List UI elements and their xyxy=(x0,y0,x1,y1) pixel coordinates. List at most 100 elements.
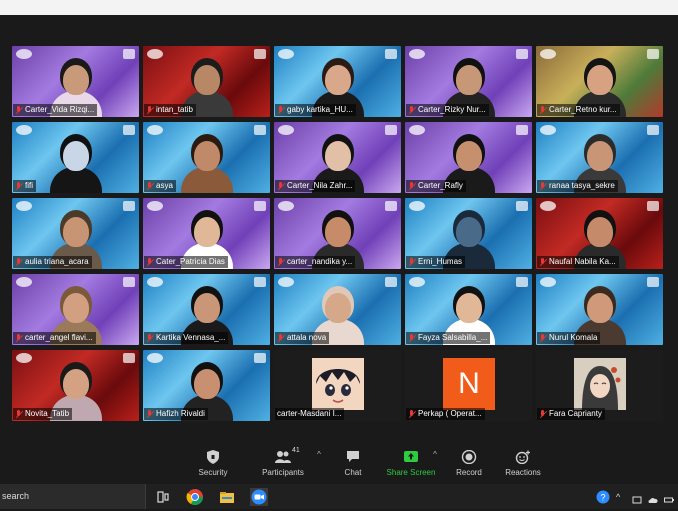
participant-name-tag: attala nova xyxy=(275,332,330,344)
battery-icon[interactable] xyxy=(664,492,674,502)
reactions-button[interactable]: Reactions xyxy=(488,450,558,482)
participant-name-tag: Naufal Nabila Ka... xyxy=(537,256,619,268)
cloud-icon[interactable] xyxy=(648,492,658,503)
channel-logo-icon xyxy=(278,49,294,59)
participant-video-tile[interactable]: asya xyxy=(143,122,270,193)
channel-logo-icon xyxy=(147,277,163,287)
network-icon[interactable] xyxy=(632,492,642,503)
participant-name-tag: Erni_Humas xyxy=(406,256,466,268)
participant-video-tile[interactable]: Carter_Rizky Nur... xyxy=(405,46,532,117)
security-button[interactable]: Security xyxy=(178,450,248,482)
chevron-up-icon[interactable]: ^ xyxy=(616,492,626,502)
security-label: Security xyxy=(198,468,228,477)
participant-video-feed xyxy=(180,137,233,193)
mic-muted-icon xyxy=(408,257,416,267)
smiley-plus-icon xyxy=(515,450,531,465)
participants-button[interactable]: 41 Participants xyxy=(248,447,318,482)
channel-badge-icon xyxy=(123,201,135,211)
channel-badge-icon xyxy=(516,277,528,287)
channel-badge-icon xyxy=(516,201,528,211)
file-explorer-icon[interactable] xyxy=(218,488,236,506)
participant-video-tile[interactable]: attala nova xyxy=(274,274,401,345)
participant-video-tile[interactable]: carter_angel flavi... xyxy=(12,274,139,345)
participant-video-tile[interactable]: gaby kartika_HU... xyxy=(274,46,401,117)
mic-muted-icon xyxy=(539,105,547,115)
participant-video-tile[interactable]: Cater_Patricia Dias xyxy=(143,198,270,269)
chat-label: Chat xyxy=(344,468,362,477)
zoom-app-icon[interactable] xyxy=(250,488,268,506)
participant-name: carter_angel flavi... xyxy=(25,333,93,342)
participant-name: ranaa tasya_sekre xyxy=(549,181,615,190)
participant-name-tag: aulia triana_acara xyxy=(13,256,92,268)
meeting-toolbar: Security 41 Participants ^ Chat Share Sc… xyxy=(0,447,678,484)
channel-logo-icon xyxy=(278,277,294,287)
participant-video-tile[interactable]: carter_nandika y... xyxy=(274,198,401,269)
participant-video-tile[interactable]: Fara Caprianty xyxy=(536,350,663,421)
participant-video-tile[interactable]: Naufal Nabila Ka... xyxy=(536,198,663,269)
mic-muted-icon xyxy=(408,181,416,191)
chrome-icon[interactable] xyxy=(186,488,204,506)
channel-logo-icon xyxy=(409,277,425,287)
channel-logo-icon xyxy=(540,201,556,211)
channel-badge-icon xyxy=(123,125,135,135)
participant-name: gaby kartika_HU... xyxy=(287,105,353,114)
channel-badge-icon xyxy=(123,353,135,363)
channel-logo-icon xyxy=(16,49,32,59)
mic-muted-icon xyxy=(539,409,547,419)
channel-badge-icon xyxy=(254,125,266,135)
participant-video-tile[interactable]: ranaa tasya_sekre xyxy=(536,122,663,193)
participant-video-tile[interactable]: Fayza Salsabilla_... xyxy=(405,274,532,345)
participant-name: Erni_Humas xyxy=(418,257,463,266)
taskbar-search-input[interactable]: search xyxy=(0,484,146,509)
participant-avatar xyxy=(312,358,364,410)
channel-logo-icon xyxy=(16,201,32,211)
mic-muted-icon xyxy=(146,409,154,419)
participant-name-tag: carter-Masdani I... xyxy=(275,408,345,420)
participant-name-tag: Fayza Salsabilla_... xyxy=(406,332,491,344)
participant-video-tile[interactable]: Carter_Vida Rizqi... xyxy=(12,46,139,117)
participant-video-tile[interactable]: Kartika Vennasa_... xyxy=(143,274,270,345)
participant-name-tag: carter_nandika y... xyxy=(275,256,356,268)
participant-name: Nurul Komala xyxy=(549,333,598,342)
participant-name: Carter_Rafly xyxy=(418,181,463,190)
mic-muted-icon xyxy=(539,257,547,267)
channel-badge-icon xyxy=(647,277,659,287)
participant-video-feed xyxy=(49,137,102,193)
mic-muted-icon xyxy=(408,333,416,343)
participant-name-tag: asya xyxy=(144,180,176,192)
participant-video-tile[interactable]: fifi xyxy=(12,122,139,193)
participant-video-tile[interactable]: Novita_Tatib xyxy=(12,350,139,421)
participant-video-tile[interactable]: intan_tatib xyxy=(143,46,270,117)
channel-badge-icon xyxy=(123,277,135,287)
participant-name: Fayza Salsabilla_... xyxy=(418,333,488,342)
participant-name: Carter_Retno kur... xyxy=(549,105,617,114)
window-top-strip xyxy=(0,0,678,15)
participant-name-tag: Nurul Komala xyxy=(537,332,601,344)
participant-video-tile[interactable]: N Perkap ( Operat... xyxy=(405,350,532,421)
channel-badge-icon xyxy=(516,125,528,135)
help-icon[interactable]: ? xyxy=(596,490,610,504)
channel-badge-icon xyxy=(385,277,397,287)
participant-video-tile[interactable]: Carter_Nila Zahr... xyxy=(274,122,401,193)
task-view-icon[interactable] xyxy=(154,488,172,506)
participant-video-tile[interactable]: Hafizh Rivaldi xyxy=(143,350,270,421)
participant-video-tile[interactable]: carter-Masdani I... xyxy=(274,350,401,421)
participant-video-tile[interactable]: Nurul Komala xyxy=(536,274,663,345)
channel-badge-icon xyxy=(516,49,528,59)
channel-badge-icon xyxy=(385,49,397,59)
mic-muted-icon xyxy=(146,105,154,115)
channel-logo-icon xyxy=(16,277,32,287)
participant-video-tile[interactable]: aulia triana_acara xyxy=(12,198,139,269)
mic-muted-icon xyxy=(15,333,23,343)
participant-name: Carter_Nila Zahr... xyxy=(287,181,353,190)
participant-video-tile[interactable]: Erni_Humas xyxy=(405,198,532,269)
participant-name-tag: Novita_Tatib xyxy=(13,408,73,420)
participant-video-tile[interactable]: Carter_Rafly xyxy=(405,122,532,193)
participant-name-tag: carter_angel flavi... xyxy=(13,332,96,344)
record-icon xyxy=(461,449,477,465)
participants-count: 41 xyxy=(292,447,300,454)
channel-logo-icon xyxy=(147,125,163,135)
participant-name-tag: Carter_Rafly xyxy=(406,180,466,192)
participant-video-tile[interactable]: Carter_Retno kur... xyxy=(536,46,663,117)
participant-name-tag: intan_tatib xyxy=(144,104,196,116)
